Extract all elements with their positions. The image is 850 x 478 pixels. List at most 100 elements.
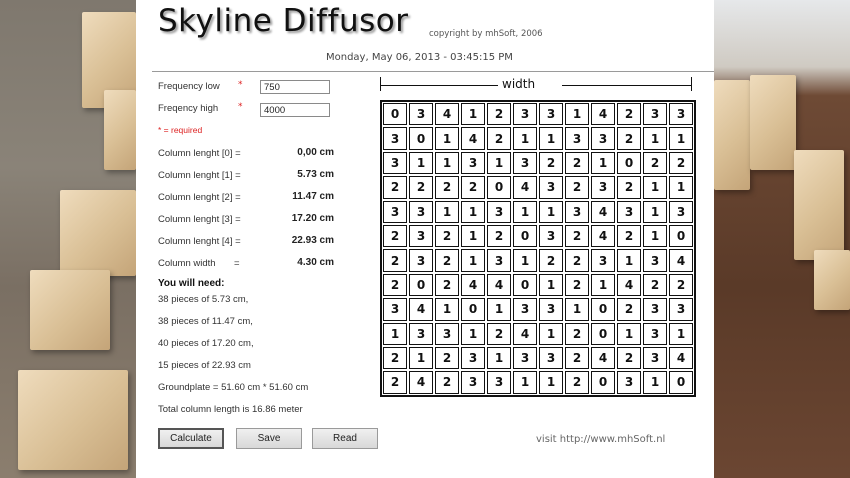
grid-cell: 3 — [539, 346, 563, 370]
grid-cell: 1 — [461, 249, 485, 272]
grid-cell: 1 — [435, 127, 459, 150]
website-link[interactable]: visit http://www.mhSoft.nl — [536, 434, 665, 445]
datetime-text: Monday, May 06, 2013 - 03:45:15 PM — [326, 52, 513, 63]
grid-cell: 1 — [591, 151, 615, 175]
grid-cell: 3 — [487, 249, 511, 272]
grid-cell: 4 — [591, 200, 615, 223]
grid-cell: 1 — [435, 298, 459, 321]
grid-cell: 4 — [669, 346, 693, 370]
grid-cell: 2 — [669, 151, 693, 175]
save-button[interactable]: Save — [236, 428, 302, 449]
width-label: width — [498, 77, 540, 91]
wood-block — [18, 370, 128, 470]
grid-cell: 1 — [409, 151, 433, 175]
grid-cell: 3 — [383, 151, 407, 175]
grid-cell: 3 — [513, 346, 537, 370]
grid-cell: 4 — [513, 176, 537, 199]
grid-cell: 1 — [643, 176, 667, 199]
grid-cell: 1 — [513, 249, 537, 272]
grid-cell: 2 — [617, 127, 641, 150]
column-length-label: Column lenght [1] = — [158, 170, 241, 181]
width-bar-right — [691, 77, 692, 91]
grid-cell: 4 — [409, 298, 433, 321]
grid-cell: 1 — [565, 103, 589, 126]
grid-cell: 3 — [409, 249, 433, 272]
wood-block — [104, 90, 136, 170]
diffusor-grid: 0341233142333014211332113113132210222222… — [380, 100, 696, 397]
grid-cell: 4 — [591, 103, 615, 126]
grid-cell: 2 — [669, 273, 693, 297]
grid-cell: 3 — [409, 224, 433, 248]
grid-cell: 1 — [435, 151, 459, 175]
width-line-left — [381, 85, 499, 86]
calculate-button[interactable]: Calculate — [158, 428, 224, 449]
grid-cell: 4 — [591, 224, 615, 248]
grid-cell: 0 — [669, 224, 693, 248]
grid-cell: 3 — [669, 200, 693, 223]
grid-cell: 3 — [539, 224, 563, 248]
grid-cell: 3 — [591, 176, 615, 199]
grid-cell: 1 — [643, 127, 667, 150]
needs-title: You will need: — [158, 278, 225, 289]
grid-cell: 3 — [669, 103, 693, 126]
grid-cell: 2 — [539, 151, 563, 175]
grid-cell: 0 — [461, 298, 485, 321]
freq-high-input[interactable]: 4000 — [260, 103, 330, 117]
grid-cell: 2 — [383, 273, 407, 297]
column-length-label: Column lenght [0] = — [158, 148, 241, 159]
grid-cell: 3 — [539, 103, 563, 126]
grid-cell: 4 — [461, 127, 485, 150]
grid-cell: 3 — [383, 298, 407, 321]
freq-low-input[interactable]: 750 — [260, 80, 330, 94]
grid-cell: 3 — [461, 346, 485, 370]
grid-cell: 3 — [409, 200, 433, 223]
grid-cell: 4 — [409, 371, 433, 394]
copyright-text: copyright by mhSoft, 2006 — [429, 29, 543, 39]
grid-cell: 0 — [409, 127, 433, 150]
column-length-value: 17.20 cm — [291, 213, 334, 224]
grid-cell: 3 — [487, 200, 511, 223]
needs-line: 40 pieces of 17.20 cm, — [158, 338, 254, 349]
grid-cell: 1 — [539, 127, 563, 150]
needs-line: 15 pieces of 22.93 cm — [158, 360, 251, 371]
wood-block — [714, 80, 750, 190]
grid-cell: 2 — [539, 249, 563, 272]
grid-cell: 3 — [409, 103, 433, 126]
read-button[interactable]: Read — [312, 428, 378, 449]
grid-cell: 2 — [643, 151, 667, 175]
grid-cell: 1 — [461, 322, 485, 345]
column-width-value: 4.30 cm — [297, 257, 334, 268]
column-length-label: Column lenght [2] = — [158, 192, 241, 203]
grid-cell: 1 — [643, 200, 667, 223]
grid-cell: 4 — [461, 273, 485, 297]
grid-cell: 2 — [487, 127, 511, 150]
grid-cell: 2 — [435, 224, 459, 248]
column-length-label: Column lenght [4] = — [158, 236, 241, 247]
grid-cell: 0 — [617, 151, 641, 175]
grid-cell: 2 — [617, 103, 641, 126]
wood-block — [814, 250, 850, 310]
grid-cell: 1 — [435, 200, 459, 223]
grid-cell: 2 — [435, 249, 459, 272]
grid-cell: 2 — [461, 176, 485, 199]
grid-cell: 2 — [565, 273, 589, 297]
grid-cell: 3 — [565, 127, 589, 150]
grid-cell: 3 — [461, 371, 485, 394]
background-photo-left — [0, 0, 136, 478]
grid-cell: 2 — [435, 346, 459, 370]
grid-cell: 1 — [409, 346, 433, 370]
grid-cell: 2 — [617, 176, 641, 199]
grid-cell: 1 — [565, 298, 589, 321]
needs-line: 38 pieces of 11.47 cm, — [158, 316, 253, 327]
grid-cell: 2 — [565, 346, 589, 370]
grid-cell: 1 — [591, 273, 615, 297]
header-divider — [152, 71, 714, 72]
grid-cell: 3 — [513, 103, 537, 126]
required-star: * — [238, 102, 243, 112]
grid-cell: 1 — [461, 103, 485, 126]
grid-cell: 3 — [383, 200, 407, 223]
grid-cell: 4 — [435, 103, 459, 126]
grid-cell: 1 — [513, 371, 537, 394]
column-width-label: Column width — [158, 258, 216, 269]
grid-cell: 2 — [383, 176, 407, 199]
